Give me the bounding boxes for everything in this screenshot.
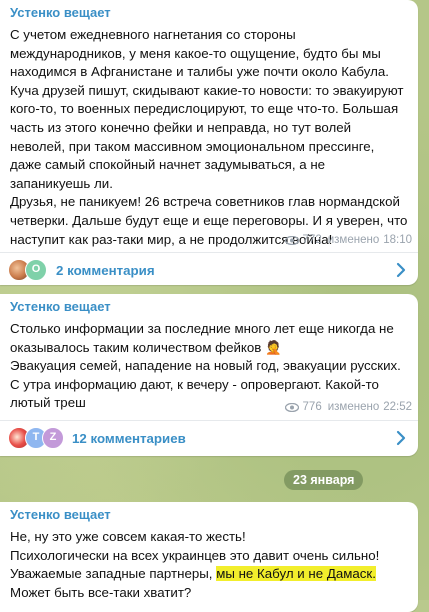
post-line: оказывалось таким количеством фейков 🤦 (10, 339, 282, 355)
post-time: 22:52 (383, 401, 412, 413)
comments-button[interactable]: О 2 комментария (0, 253, 418, 287)
post-line: Столько информации за последние много ле… (10, 321, 394, 336)
post-author[interactable]: Устенко вещает (10, 298, 408, 316)
view-count: 772 (302, 234, 322, 246)
post-author[interactable]: Устенко вещает (10, 4, 408, 22)
avatar: О (25, 259, 47, 281)
channel-post: Устенко вещает Столько информации за пос… (0, 294, 418, 456)
chevron-right-icon (396, 262, 406, 278)
post-line: кого-то, то военных передислоцируют, то … (10, 101, 399, 117)
post-time: 18:10 (383, 234, 412, 246)
comments-count: 2 комментария (56, 262, 155, 278)
post-line: Уважаемые западные партнеры, мы не Кабул… (10, 565, 408, 584)
views-icon (284, 402, 299, 412)
views-icon (284, 235, 299, 245)
post-line: часть из этого конечно фейки и неправда,… (10, 119, 352, 135)
channel-post: Устенко вещает С учетом ежедневного нагн… (0, 0, 418, 285)
post-line: Куча друзей пишут, скидывают какие-то но… (10, 82, 404, 98)
post-author[interactable]: Устенко вещает (10, 506, 408, 524)
comments-button[interactable]: T Z 12 комментариев (0, 421, 418, 455)
date-separator: 23 января (284, 470, 364, 490)
post-line: Эвакуация семей, нападение на новый год,… (10, 358, 401, 374)
post-text: С учетом ежедневного нагнетания со сторо… (10, 26, 408, 249)
post-line: Друзья, не паникуем! 26 встреча советник… (10, 194, 400, 210)
post-line: находимся в Афганистане и талибы уже поч… (10, 64, 389, 80)
post-text-segment: Уважаемые западные партнеры, (10, 566, 217, 582)
post-line: С учетом ежедневного нагнетания со сторо… (10, 27, 296, 42)
view-count: 776 (302, 401, 322, 413)
edited-label: изменено (327, 401, 380, 413)
post-line: четверки. Дальше будут еще и еще перегов… (10, 212, 408, 228)
post-line: Психологически на всех украинцев это дав… (10, 547, 380, 563)
post-meta: 772 изменено 18:10 (284, 233, 412, 247)
highlighted-text: мы не Кабул и не Дамаск. (216, 566, 376, 582)
edited-label: изменено (327, 234, 380, 246)
post-line: международников, у меня какое-то ощущени… (10, 45, 381, 61)
post-line: С утра информацию дают, к вечеру - опров… (10, 376, 379, 392)
post-line: Не, ну это уже совсем какая-то жесть! (10, 529, 246, 544)
post-line: запаникуешь ли. (10, 175, 113, 191)
post-text: Не, ну это уже совсем какая-то жесть! Пс… (10, 528, 408, 602)
chevron-right-icon (396, 430, 406, 446)
avatar: Z (42, 427, 64, 449)
post-meta: 776 изменено 22:52 (284, 400, 412, 414)
channel-post: Устенко вещает Не, ну это уже совсем как… (0, 502, 418, 612)
post-line: даже самый спокойный начнет задумываться… (10, 157, 326, 173)
commenter-avatars: T Z (8, 427, 72, 449)
comments-count: 12 комментариев (72, 430, 186, 446)
commenter-avatars: О (8, 259, 56, 281)
post-line: неволей, при таком массивном эмоциональн… (10, 138, 375, 154)
